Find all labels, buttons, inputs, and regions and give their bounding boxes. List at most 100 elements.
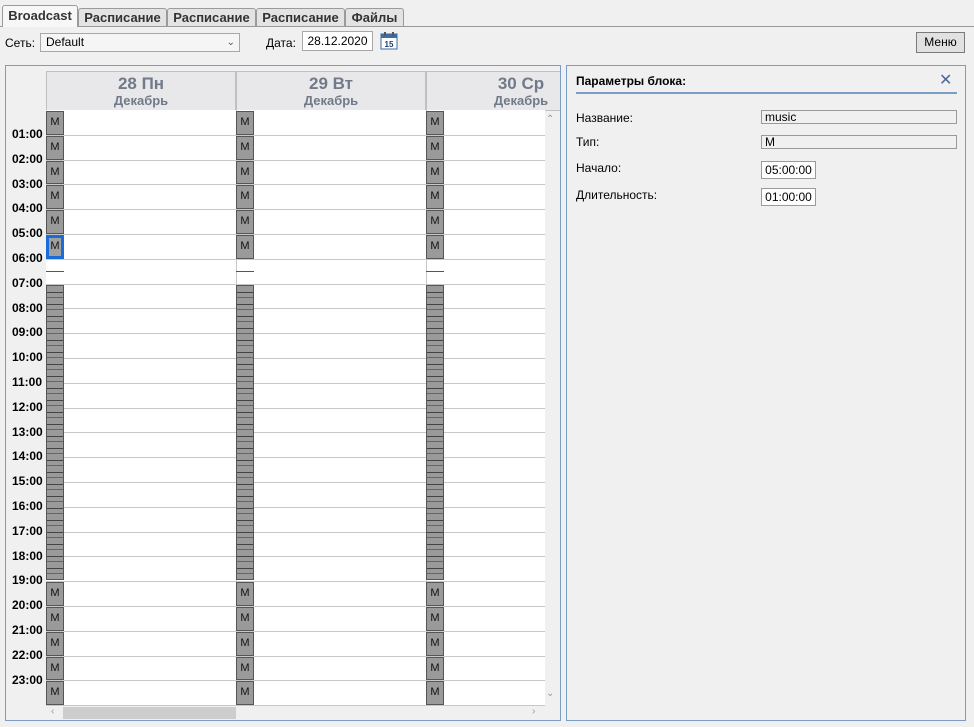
schedule-block[interactable]: M <box>46 111 64 135</box>
schedule-block[interactable]: M <box>426 135 444 160</box>
hour-label: 19:00 <box>12 573 43 588</box>
tab-schedule-2[interactable]: Расписание <box>167 8 256 26</box>
schedule-block[interactable]: M <box>236 631 254 656</box>
schedule-block[interactable]: M <box>236 681 254 706</box>
day-month: Декабрь <box>303 93 359 108</box>
hour-gridline <box>46 581 545 583</box>
schedule-daytime-blocks[interactable] <box>236 284 254 581</box>
schedule-marker <box>426 271 444 273</box>
menu-button[interactable]: Меню <box>916 32 965 53</box>
schedule-block[interactable]: M <box>236 607 254 631</box>
hour-gridline <box>46 506 545 508</box>
schedule-block[interactable]: M <box>426 160 444 185</box>
tab-files[interactable]: Файлы <box>345 8 404 26</box>
hour-label: 23:00 <box>12 672 43 687</box>
block-params-panel: Параметры блока: ✕ Название: music Тип: … <box>566 65 966 721</box>
close-icon[interactable]: ✕ <box>939 70 952 90</box>
day-header-0[interactable]: 28 Пн Декабрь <box>46 71 236 111</box>
schedule-block[interactable]: M <box>46 185 64 210</box>
schedule-block[interactable]: M <box>426 582 444 606</box>
schedule-block[interactable]: M <box>236 160 254 185</box>
schedule-block[interactable]: M <box>46 656 64 681</box>
hour-label: 05:00 <box>12 226 43 241</box>
hour-gridline <box>46 159 545 161</box>
day-header-2[interactable]: 30 Ср Декабрь <box>426 71 560 111</box>
hour-gridline <box>46 234 545 235</box>
schedule-grid[interactable]: MMMMMMMMMMMMMMMMMMMMMMMMMMMMMMMMM <box>46 110 545 707</box>
hour-gridline <box>46 308 545 310</box>
schedule-block[interactable]: M <box>46 210 64 234</box>
schedule-block[interactable]: M <box>236 656 254 681</box>
tab-schedule-3[interactable]: Расписание <box>256 8 345 26</box>
hour-gridline <box>46 184 545 186</box>
hour-label: 18:00 <box>12 548 43 563</box>
duration-field[interactable]: 01:00:00 <box>761 188 816 206</box>
date-label: Дата: <box>266 36 296 50</box>
hour-gridline <box>46 606 545 607</box>
type-label: Тип: <box>576 135 600 149</box>
hour-label: 10:00 <box>12 350 43 365</box>
schedule-block[interactable]: M <box>426 681 444 706</box>
start-field[interactable]: 05:00:00 <box>761 161 816 179</box>
schedule-block[interactable]: M <box>236 235 254 259</box>
name-field[interactable]: music <box>761 110 957 124</box>
schedule-block[interactable]: M <box>426 185 444 210</box>
scroll-right-icon[interactable]: › <box>532 706 535 717</box>
params-title: Параметры блока: <box>576 74 687 88</box>
day-month: Декабрь <box>113 93 169 108</box>
schedule-block[interactable]: M <box>46 582 64 606</box>
chevron-down-icon: ⌄ <box>226 37 235 48</box>
schedule-block[interactable]: M <box>236 185 254 210</box>
scroll-left-icon[interactable]: ‹ <box>51 706 54 717</box>
scroll-up-icon[interactable]: ⌃ <box>546 114 554 125</box>
scrollbar-thumb[interactable] <box>63 707 236 719</box>
calendar-icon[interactable]: 15 <box>380 32 398 50</box>
hour-label: 17:00 <box>12 523 43 538</box>
schedule-block[interactable]: M <box>426 656 444 681</box>
schedule-block[interactable]: M <box>46 631 64 656</box>
schedule-block[interactable]: M <box>236 135 254 160</box>
scroll-down-icon[interactable]: ⌄ <box>546 688 554 699</box>
schedule-daytime-blocks[interactable] <box>46 284 64 581</box>
hour-label: 13:00 <box>12 424 43 439</box>
schedule-block[interactable]: M <box>46 160 64 185</box>
hour-gridline <box>46 358 545 359</box>
schedule-block[interactable]: M <box>426 210 444 234</box>
hour-gridline <box>46 382 545 384</box>
network-select-value: Default <box>46 35 85 49</box>
tab-broadcast[interactable]: Broadcast <box>2 5 78 27</box>
hour-gridline <box>46 457 545 459</box>
schedule-block[interactable]: M <box>426 607 444 631</box>
schedule-calendar: 28 Пн Декабрь 29 Вт Декабрь 30 Ср Декабр… <box>5 65 561 721</box>
schedule-block[interactable]: M <box>236 582 254 606</box>
schedule-block[interactable]: M <box>236 210 254 234</box>
day-header-1[interactable]: 29 Вт Декабрь <box>236 71 426 111</box>
name-label: Название: <box>576 111 633 125</box>
schedule-block[interactable]: M <box>46 607 64 631</box>
hour-gridline <box>46 655 545 657</box>
hour-label: 06:00 <box>12 251 43 265</box>
selected-block[interactable]: M <box>46 235 64 259</box>
hour-label: 21:00 <box>12 623 43 637</box>
tab-schedule-1[interactable]: Расписание <box>78 8 167 26</box>
day-title: 30 Ср <box>497 74 545 93</box>
hour-label: 14:00 <box>12 449 43 464</box>
type-field[interactable]: M <box>761 135 957 149</box>
schedule-block[interactable]: M <box>46 681 64 706</box>
horizontal-scrollbar[interactable]: ‹ › <box>46 706 545 719</box>
network-select[interactable]: Default ⌄ <box>40 33 240 52</box>
schedule-block[interactable]: M <box>236 111 254 135</box>
schedule-daytime-blocks[interactable] <box>426 284 444 581</box>
schedule-block[interactable]: M <box>426 111 444 135</box>
hour-gridline <box>46 258 545 260</box>
schedule-block[interactable]: M <box>46 135 64 160</box>
hour-gridline <box>46 531 545 533</box>
hour-gridline <box>46 556 545 558</box>
hour-label: 07:00 <box>12 275 43 290</box>
hour-gridline <box>46 407 545 409</box>
schedule-block[interactable]: M <box>426 631 444 656</box>
tab-divider <box>0 26 974 27</box>
hour-gridline <box>46 134 545 136</box>
schedule-block[interactable]: M <box>426 235 444 259</box>
date-field[interactable]: 28.12.2020 <box>302 31 373 51</box>
